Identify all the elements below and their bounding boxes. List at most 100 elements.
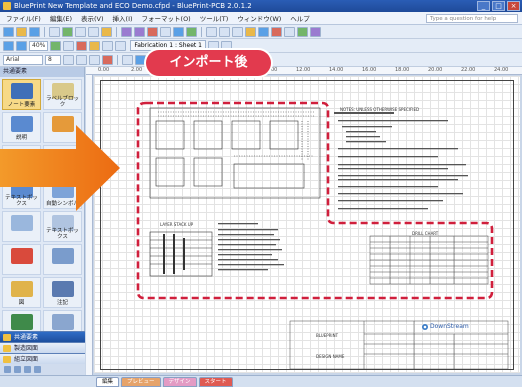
after-import-badge: インポート後 <box>146 50 271 76</box>
print-icon[interactable] <box>49 26 60 37</box>
tab-design[interactable]: デザイン <box>162 376 197 387</box>
menu-file[interactable]: ファイル(F) <box>6 13 41 23</box>
bold-icon[interactable] <box>63 54 74 65</box>
element-label: 注記 <box>56 300 68 306</box>
new-icon[interactable] <box>3 26 14 37</box>
help-search-input[interactable]: Type a question for help <box>426 14 518 23</box>
home-icon[interactable] <box>89 40 101 51</box>
element-icon <box>11 314 33 330</box>
element-icon <box>52 248 74 264</box>
menu-view[interactable]: 表示(V) <box>81 13 104 23</box>
panel-option-icon[interactable] <box>24 366 31 373</box>
font-select[interactable]: Arial <box>3 54 43 65</box>
title-bar: BluePrint New Template and ECO Demo.cfpd… <box>0 0 522 12</box>
highlight-icon[interactable] <box>271 26 282 37</box>
drawing-canvas[interactable]: 0.002.004.006.008.0010.0012.0014.0016.00… <box>86 67 522 375</box>
block-title: BLUEPRINT <box>316 333 339 338</box>
window-title: BluePrint New Template and ECO Demo.cfpd… <box>14 2 252 10</box>
element-item[interactable] <box>43 244 82 275</box>
menu-format[interactable]: フォーマット(O) <box>142 13 191 23</box>
element-item[interactable] <box>2 244 41 275</box>
element-grid: ノート要素ラベルブロック説明テキストボックス自動シンボルテキストボックス図注記詳… <box>2 79 82 374</box>
paste-icon[interactable] <box>101 26 112 37</box>
panel-option-icon[interactable] <box>14 366 21 373</box>
ruler-tick-label: 0.00 <box>98 67 110 73</box>
align-center-icon[interactable] <box>219 26 230 37</box>
save-icon[interactable] <box>29 26 40 37</box>
panel-header: 共通要素 <box>0 67 84 77</box>
panel-option-icon[interactable] <box>34 366 41 373</box>
send-back-icon[interactable] <box>258 26 269 37</box>
title-block <box>289 320 509 370</box>
element-item[interactable]: 注記 <box>43 277 82 308</box>
minimize-button[interactable]: _ <box>477 1 490 11</box>
vertical-ruler <box>86 75 93 375</box>
zoom-out-icon[interactable] <box>16 40 27 51</box>
menu-insert[interactable]: 挿入(I) <box>113 13 133 23</box>
element-label: 図 <box>18 300 25 306</box>
element-label: ラベルブロック <box>45 96 79 108</box>
zoom-select[interactable]: 40% <box>29 40 49 51</box>
panel-option-icon[interactable] <box>4 366 11 373</box>
pcb-icon[interactable] <box>297 26 308 37</box>
preview-icon[interactable] <box>62 26 73 37</box>
tab-preview[interactable]: プレビュー <box>121 376 161 387</box>
delete-icon[interactable] <box>147 26 158 37</box>
ruler-tick-label: 12.00 <box>296 67 311 73</box>
nav-fabrication-drawing[interactable]: 製造図面 <box>0 342 85 353</box>
font-color-icon[interactable] <box>102 54 113 65</box>
maximize-button[interactable]: □ <box>492 1 505 11</box>
pan-icon[interactable] <box>63 40 75 51</box>
element-icon <box>11 83 33 99</box>
layer-icon[interactable] <box>173 26 184 37</box>
fill-color-icon[interactable] <box>135 54 146 65</box>
cut-icon[interactable] <box>75 26 86 37</box>
sheet-next-icon[interactable] <box>220 40 232 51</box>
nav-assembly-drawing[interactable]: 組立図面 <box>0 353 85 364</box>
app-icon[interactable] <box>3 2 11 10</box>
element-library-panel: 共通要素 ノート要素 ラベルブロック 説明 テキストボックス 自動シンボル テキストボック… <box>0 67 85 375</box>
grid-icon[interactable] <box>160 26 171 37</box>
sheet-prev-icon[interactable] <box>207 40 219 51</box>
refresh-icon[interactable] <box>186 26 197 37</box>
menu-tools[interactable]: ツール(T) <box>200 13 229 23</box>
back-icon[interactable] <box>102 40 114 51</box>
fit-icon[interactable] <box>50 40 62 51</box>
open-icon[interactable] <box>16 26 27 37</box>
toolbar-separator <box>201 26 202 37</box>
bring-front-icon[interactable] <box>245 26 256 37</box>
element-item[interactable] <box>2 211 41 242</box>
toolbar-separator <box>117 54 118 65</box>
font-size-select[interactable]: 8 <box>45 54 61 65</box>
eco-icon[interactable] <box>310 26 321 37</box>
element-item[interactable]: 図 <box>2 277 41 308</box>
drawing-sheet[interactable]: NOTES: UNLESS OTHERWISE SPECIFIED LAYER … <box>94 76 520 373</box>
tab-start[interactable]: スタート <box>198 376 233 387</box>
line-style-icon[interactable] <box>122 54 133 65</box>
forward-icon[interactable] <box>115 40 127 51</box>
element-item[interactable]: ノート要素 <box>2 79 41 110</box>
undo-icon[interactable] <box>121 26 132 37</box>
menu-window[interactable]: ウィンドウ(W) <box>237 13 281 23</box>
notes-title: NOTES: UNLESS OTHERWISE SPECIFIED <box>340 107 420 112</box>
menu-help[interactable]: ヘルプ <box>290 13 310 23</box>
align-left-icon[interactable] <box>206 26 217 37</box>
tab-edit[interactable]: 編集 <box>96 376 120 387</box>
element-item[interactable]: ラベルブロック <box>43 79 82 110</box>
copy-icon[interactable] <box>88 26 99 37</box>
window-controls: _ □ × <box>477 1 520 11</box>
element-item[interactable]: テキストボックス <box>43 211 82 242</box>
underline-icon[interactable] <box>89 54 100 65</box>
ruler-tick-label: 2.00 <box>131 67 143 73</box>
lock-icon[interactable] <box>284 26 295 37</box>
italic-icon[interactable] <box>76 54 87 65</box>
stop-icon[interactable] <box>76 40 88 51</box>
zoom-in-icon[interactable] <box>3 40 14 51</box>
drill-chart-table <box>369 235 489 285</box>
nav-common-elements[interactable]: 共通要素 <box>0 331 85 342</box>
redo-icon[interactable] <box>134 26 145 37</box>
sheet-tab-bar: 編集 プレビュー デザイン スタート <box>0 375 522 387</box>
menu-edit[interactable]: 編集(E) <box>50 13 72 23</box>
align-right-icon[interactable] <box>232 26 243 37</box>
close-button[interactable]: × <box>507 1 520 11</box>
